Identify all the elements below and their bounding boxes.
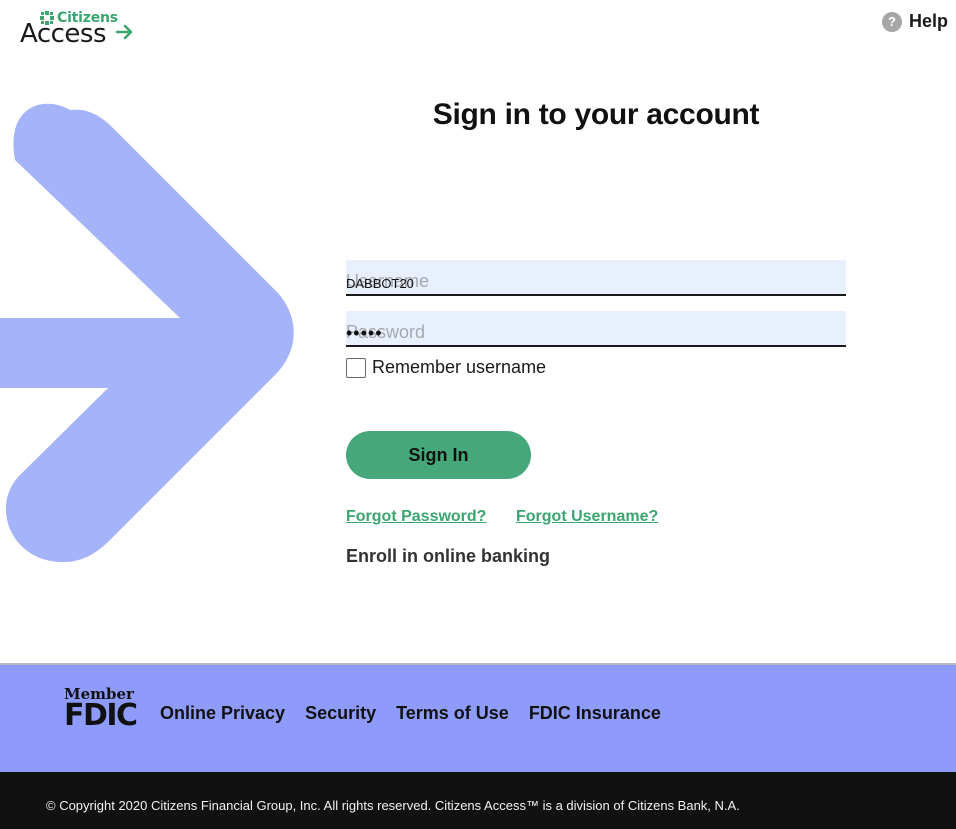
forgot-username-link[interactable]: Forgot Username? xyxy=(516,508,658,526)
forgot-password-link[interactable]: Forgot Password? xyxy=(346,508,486,526)
page-title: Sign in to your account xyxy=(432,98,760,131)
password-value[interactable]: ••••• xyxy=(346,323,846,344)
footer-links: Online Privacy Security Terms of Use FDI… xyxy=(160,703,661,724)
enroll-link[interactable]: Enroll in online banking xyxy=(346,546,550,567)
arrow-right-icon xyxy=(116,24,133,40)
hero-arrow-graphic xyxy=(0,103,294,563)
logo-access-text: Access xyxy=(20,19,107,49)
citizens-access-logo[interactable]: Citizens Access xyxy=(20,10,140,50)
remember-label: Remember username xyxy=(372,357,547,377)
question-circle-icon: ? xyxy=(881,11,902,32)
terms-of-use-link[interactable]: Terms of Use xyxy=(396,703,509,724)
username-field[interactable]: Username DABBOT20 xyxy=(346,260,846,296)
username-value[interactable]: DABBOT20 xyxy=(346,276,846,291)
copyright-text: © Copyright 2020 Citizens Financial Grou… xyxy=(46,798,740,813)
remember-checkbox[interactable] xyxy=(346,357,366,378)
fdic-member-logo: Member FDIC xyxy=(64,685,144,735)
security-link[interactable]: Security xyxy=(305,703,376,724)
fdic-insurance-link[interactable]: FDIC Insurance xyxy=(529,703,661,724)
remember-username[interactable]: Remember username xyxy=(346,357,546,378)
online-privacy-link[interactable]: Online Privacy xyxy=(160,703,285,724)
copyright-bar: © Copyright 2020 Citizens Financial Grou… xyxy=(0,772,956,829)
sign-in-button[interactable]: Sign In xyxy=(346,431,531,479)
fdic-logo-text: FDIC xyxy=(64,698,138,733)
help-label: Help xyxy=(908,11,948,31)
footer: Member FDIC Online Privacy Security Term… xyxy=(0,663,956,772)
password-field[interactable]: Password ••••• xyxy=(346,311,846,347)
help-link[interactable]: ? Help xyxy=(881,11,948,32)
